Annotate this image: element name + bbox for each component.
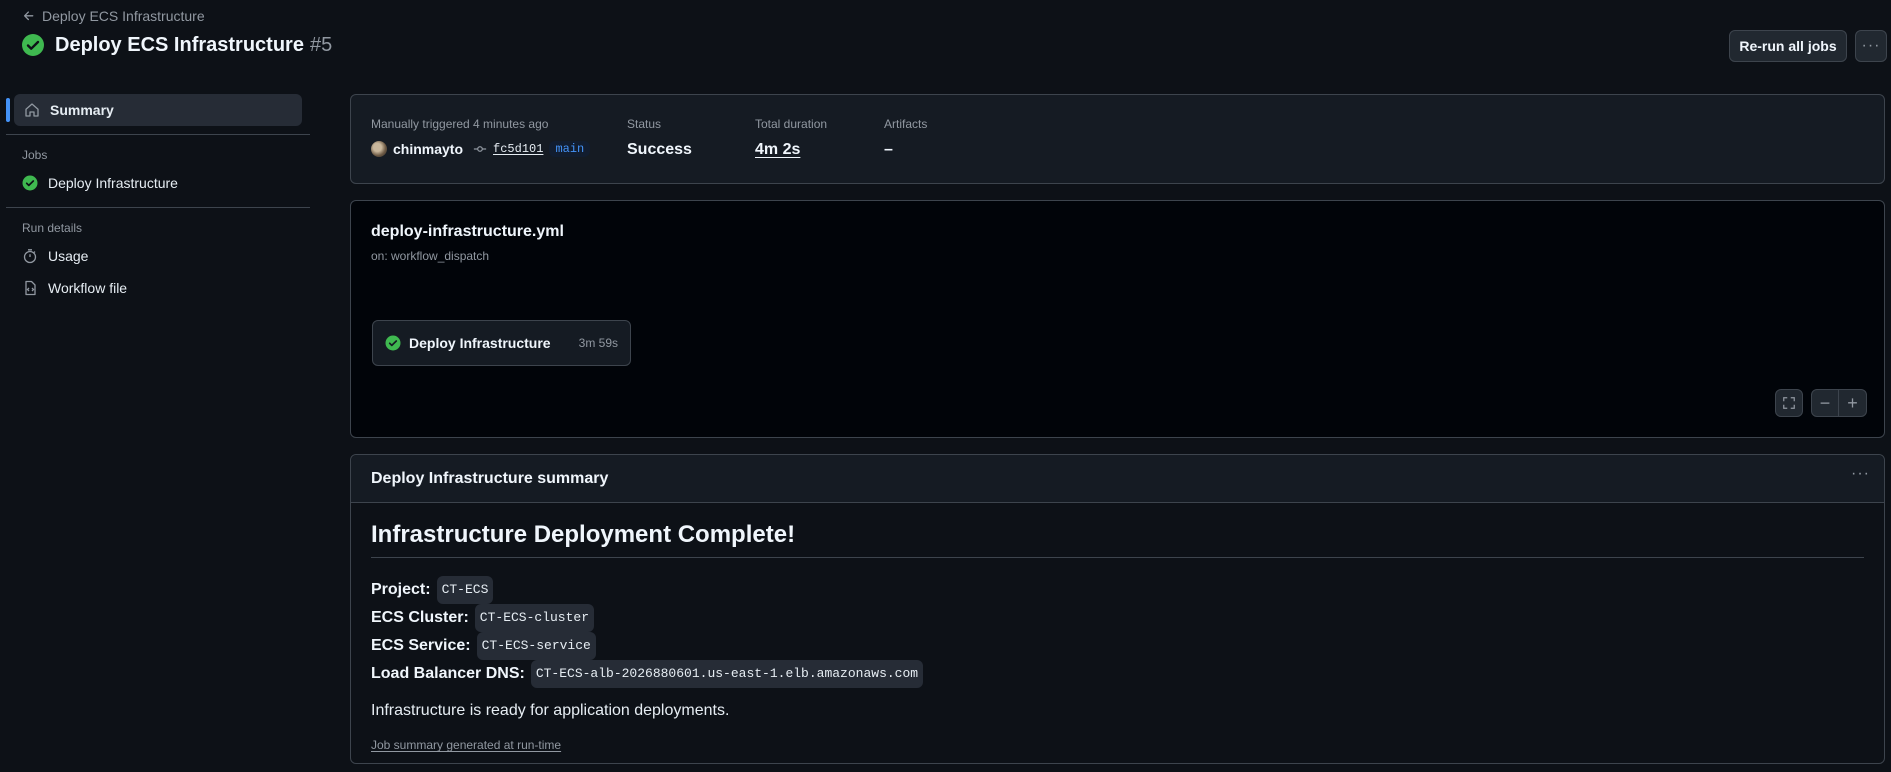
summary-value: CT-ECS-cluster [474, 604, 595, 632]
zoom-controls: − + [1811, 389, 1867, 417]
avatar[interactable] [371, 141, 387, 157]
rerun-all-jobs-button[interactable]: Re-run all jobs [1729, 30, 1847, 62]
commit-sha-link[interactable]: fc5d101 [493, 142, 543, 156]
kebab-menu-icon[interactable]: ··· [1855, 30, 1887, 62]
duration-info: Total duration 4m 2s [755, 117, 827, 159]
summary-key: ECS Cluster: [371, 609, 469, 626]
job-summary-title: Deploy Infrastructure summary [371, 469, 609, 487]
actor-link[interactable]: chinmayto [393, 141, 463, 157]
status-info: Status Success [627, 117, 692, 159]
workflow-graph-card: deploy-infrastructure.yml on: workflow_d… [350, 200, 1885, 438]
summary-item-cluster: ECS Cluster: CT-ECS-cluster [371, 604, 1864, 632]
job-node-label: Deploy Infrastructure [409, 335, 551, 351]
summary-item-service: ECS Service: CT-ECS-service [371, 632, 1864, 660]
sidebar-item-job[interactable]: Deploy Infrastructure [6, 167, 310, 199]
summary-key: Load Balancer DNS: [371, 665, 525, 682]
jobs-heading: Jobs [22, 148, 48, 162]
run-meta-card: Manually triggered 4 minutes ago chinmay… [350, 94, 1885, 184]
summary-message: Infrastructure is ready for application … [371, 702, 730, 719]
summary-footer-link[interactable]: Job summary generated at run-time [371, 738, 561, 752]
back-to-workflow-link[interactable]: Deploy ECS Infrastructure [22, 8, 205, 24]
branch-badge[interactable]: main [549, 141, 591, 157]
artifacts-label: Artifacts [884, 117, 928, 131]
summary-value: CT-ECS [436, 576, 494, 604]
home-icon [25, 103, 39, 117]
sidebar-item-workflow-file[interactable]: Workflow file [6, 272, 310, 304]
summary-key: ECS Service: [371, 637, 471, 654]
run-sidebar: Summary Jobs Deploy Infrastructure Run d… [6, 94, 310, 304]
duration-label: Total duration [755, 117, 828, 131]
workflow-file-name: deploy-infrastructure.yml [371, 223, 564, 240]
sidebar-item-usage[interactable]: Usage [6, 240, 310, 272]
divider [6, 134, 310, 135]
run-number: #5 [309, 33, 333, 56]
job-summary-card: Deploy Infrastructure summary ··· Infras… [350, 454, 1885, 764]
status-label: Status [627, 117, 662, 131]
job-node-deploy-infrastructure[interactable]: Deploy Infrastructure 3m 59s [372, 320, 631, 366]
summary-item-project: Project: CT-ECS [371, 576, 1864, 604]
fullscreen-icon[interactable] [1775, 389, 1803, 417]
artifacts-info: Artifacts – [884, 117, 927, 159]
artifacts-value: – [884, 141, 893, 158]
workflow-trigger: on: workflow_dispatch [371, 249, 490, 263]
arrow-left-icon [23, 11, 34, 21]
sidebar-item-summary[interactable]: Summary [6, 94, 302, 126]
stopwatch-icon [23, 249, 37, 264]
trigger-info: Manually triggered 4 minutes ago chinmay… [371, 117, 591, 157]
sidebar-item-label: Usage [48, 248, 89, 264]
sidebar-item-label: Summary [50, 102, 114, 118]
duration-link[interactable]: 4m 2s [755, 141, 800, 158]
status-value: Success [627, 141, 692, 158]
summary-key: Project: [371, 581, 431, 598]
git-commit-icon [473, 146, 487, 152]
job-node-duration: 3m 59s [578, 336, 618, 350]
summary-value: CT-ECS-service [476, 632, 596, 660]
check-circle-icon [385, 335, 401, 351]
divider [6, 207, 310, 208]
zoom-in-button[interactable]: + [1839, 390, 1866, 416]
summary-item-lb-dns: Load Balancer DNS: CT-ECS-alb-2026880601… [371, 660, 1864, 688]
sidebar-item-label: Deploy Infrastructure [48, 175, 178, 191]
back-link-label: Deploy ECS Infrastructure [42, 8, 205, 24]
page-title: Deploy ECS Infrastructure #5 [21, 33, 332, 57]
kebab-menu-icon[interactable]: ··· [1851, 465, 1870, 483]
run-title: Deploy ECS Infrastructure [55, 33, 304, 56]
file-code-icon [25, 280, 36, 296]
check-circle-icon [22, 34, 44, 56]
run-details-heading: Run details [22, 221, 83, 235]
check-circle-icon [22, 175, 38, 191]
summary-heading: Infrastructure Deployment Complete! [371, 503, 1864, 558]
summary-value: CT-ECS-alb-2026880601.us-east-1.elb.amaz… [530, 660, 924, 688]
sidebar-item-label: Workflow file [48, 280, 128, 296]
trigger-label: Manually triggered 4 minutes ago [371, 117, 549, 131]
zoom-out-button[interactable]: − [1812, 390, 1840, 416]
